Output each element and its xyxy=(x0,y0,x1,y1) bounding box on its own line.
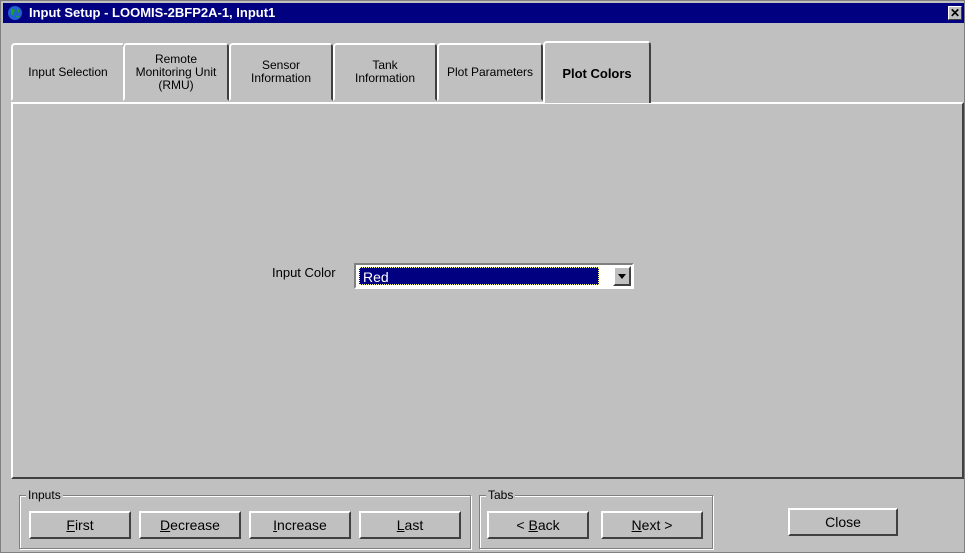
mnemonic: F xyxy=(66,517,75,533)
tab-sensor-information[interactable]: Sensor Information xyxy=(229,43,333,101)
tab-label: Sensor Information xyxy=(250,58,312,85)
mnemonic: N xyxy=(631,517,642,533)
chevron-down-icon[interactable] xyxy=(613,266,631,286)
tab-panel-plot-colors xyxy=(11,102,964,479)
button-suffix: > xyxy=(660,517,673,533)
back-button[interactable]: < Back xyxy=(487,511,589,539)
decrease-button[interactable]: Decrease xyxy=(139,511,241,539)
button-label: ncrease xyxy=(277,517,327,533)
button-label: ast xyxy=(404,517,424,533)
close-button[interactable]: Close xyxy=(788,508,898,536)
input-color-select[interactable]: Red xyxy=(354,263,634,289)
window-title: Input Setup - LOOMIS-2BFP2A-1, Input1 xyxy=(29,5,276,20)
button-label: irst xyxy=(74,517,94,533)
tab-label: Plot Parameters xyxy=(446,64,534,79)
button-prefix: < xyxy=(516,517,529,533)
button-label: ext xyxy=(641,517,661,533)
tab-remote-monitoring-unit[interactable]: Remote Monitoring Unit (RMU) xyxy=(123,43,229,101)
close-window-button[interactable]: ✕ xyxy=(948,6,962,20)
tab-plot-parameters[interactable]: Plot Parameters xyxy=(437,43,543,101)
globe-icon xyxy=(8,6,22,20)
first-button[interactable]: First xyxy=(29,511,131,539)
tabs-group-title: Tabs xyxy=(486,488,516,502)
tab-label: Input Selection xyxy=(28,64,108,79)
mnemonic: L xyxy=(396,517,405,533)
title-bar: Input Setup - LOOMIS-2BFP2A-1, Input1 ✕ xyxy=(3,3,964,23)
tab-label: Tank Information xyxy=(354,58,416,85)
tab-plot-colors[interactable]: Plot Colors xyxy=(543,41,651,103)
last-button[interactable]: Last xyxy=(359,511,461,539)
input-color-label: Input Color xyxy=(272,265,336,280)
tab-label: Plot Colors xyxy=(562,65,632,81)
mnemonic: B xyxy=(528,517,538,533)
input-setup-window: Input Setup - LOOMIS-2BFP2A-1, Input1 ✕ … xyxy=(0,0,965,553)
button-label: ecrease xyxy=(170,517,220,533)
mnemonic: D xyxy=(160,517,171,533)
input-color-value: Red xyxy=(359,267,599,285)
tab-tank-information[interactable]: Tank Information xyxy=(333,43,437,101)
tab-input-selection[interactable]: Input Selection xyxy=(11,43,125,101)
increase-button[interactable]: Increase xyxy=(249,511,351,539)
next-button[interactable]: Next > xyxy=(601,511,703,539)
inputs-group-title: Inputs xyxy=(26,488,63,502)
tab-label: Remote Monitoring Unit (RMU) xyxy=(135,51,217,92)
button-label: ack xyxy=(537,517,560,533)
